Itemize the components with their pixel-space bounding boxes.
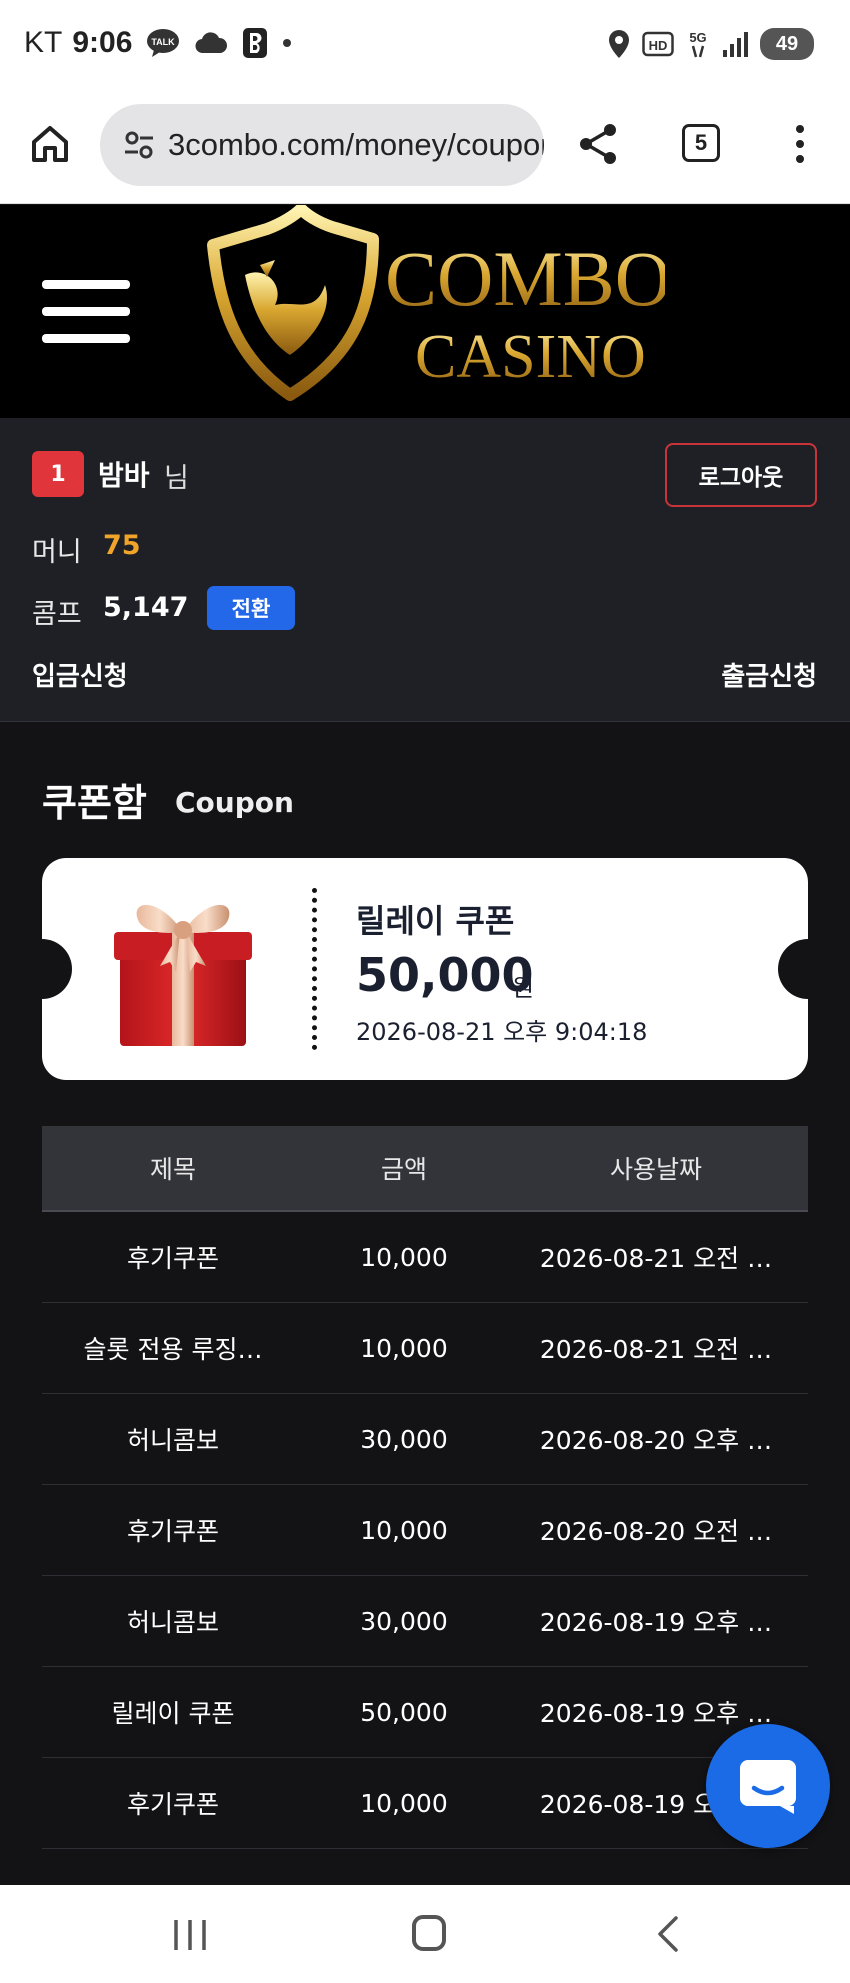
chat-button[interactable] [706, 1724, 830, 1848]
section-title: 쿠폰함 [42, 781, 147, 825]
cell-title: 후기쿠폰 [126, 1790, 219, 1819]
b-app-icon [242, 27, 268, 59]
user-panel: 1 밤바 님 로그아웃 머니 75 콤프 5,147 전환 입금신청 출금신청 [0, 418, 850, 722]
ticket-notch-left [12, 939, 72, 999]
url-text: 3combo.com/money/coupon [168, 127, 544, 162]
cell-amount: 30,000 [360, 1606, 448, 1636]
header-amount: 금액 [380, 1155, 427, 1184]
header-date: 사용날짜 [609, 1155, 702, 1184]
cell-title: 허니콤보 [126, 1426, 219, 1455]
notification-dot-icon [282, 38, 292, 48]
chat-bubble-icon [740, 1760, 796, 1814]
cell-title: 허니콤보 [126, 1608, 219, 1637]
recent-apps-icon[interactable] [172, 1918, 208, 1952]
signal-icon [722, 30, 748, 58]
cell-date: 2026-08-20 오전 … [539, 1517, 773, 1546]
money-value: 75 [103, 530, 141, 561]
cell-amount: 10,000 [360, 1242, 448, 1272]
cell-date: 2026-08-20 오후 … [539, 1426, 773, 1455]
table-row: 허니콤보 30,000 2026-08-20 오후 … [42, 1394, 808, 1485]
cell-amount: 10,000 [360, 1333, 448, 1363]
header-title: 제목 [149, 1155, 196, 1184]
coupon-amount: 50,000 [356, 948, 534, 1002]
cell-title: 릴레이 쿠폰 [111, 1699, 235, 1728]
logout-button[interactable]: 로그아웃 [665, 443, 817, 507]
username: 밤바 [98, 459, 150, 492]
gift-box-icon [108, 888, 258, 1050]
system-nav-bar [0, 1885, 850, 1983]
level-badge: 1 [32, 451, 84, 497]
table-row: 릴레이 쿠폰 50,000 2026-08-19 오후 … [42, 1667, 808, 1758]
money-label: 머니 [32, 537, 82, 568]
cloud-icon [194, 31, 228, 55]
logo-line2: CASINO [415, 323, 646, 391]
hd-label: HD [649, 38, 668, 53]
network-5g-icon: 5G [686, 29, 710, 59]
cell-date: 2026-08-21 오전 … [539, 1244, 773, 1273]
table-row: 후기쿠폰 10,000 2026-08-19 오전 … [42, 1758, 808, 1849]
cell-title: 후기쿠폰 [126, 1244, 219, 1273]
location-icon [608, 29, 630, 59]
clock: 9:06 [72, 26, 133, 59]
honorific: 님 [164, 463, 189, 494]
home-nav-icon[interactable] [412, 1915, 446, 1951]
hd-icon: HD [642, 31, 674, 57]
table-row: 후기쿠폰 10,000 2026-08-20 오전 … [42, 1485, 808, 1576]
address-bar[interactable]: 3combo.com/money/coupon [100, 104, 544, 186]
cell-title: 후기쿠폰 [126, 1517, 219, 1546]
comp-value: 5,147 [103, 592, 189, 623]
coupon-history-table: 제목 금액 사용날짜 후기쿠폰 10,000 2026-08-21 오전 … 슬… [42, 1126, 808, 1849]
more-options-icon[interactable] [786, 122, 814, 166]
cell-date: 2026-08-19 오후 … [539, 1608, 773, 1637]
coupon-unit: 원 [512, 974, 535, 1002]
table-row: 슬롯 전용 루징… 10,000 2026-08-21 오전 … [42, 1303, 808, 1394]
table-row: 후기쿠폰 10,000 2026-08-21 오전 … [42, 1212, 808, 1303]
tab-switcher-button[interactable]: 5 [682, 124, 720, 162]
cell-date: 2026-08-21 오전 … [539, 1335, 773, 1364]
coupon-card[interactable]: 릴레이 쿠폰 50,000 원 2026-08-21 오후 9:04:18 [12, 858, 838, 1080]
cell-amount: 10,000 [360, 1788, 448, 1818]
cell-amount: 30,000 [360, 1424, 448, 1454]
ticket-notch-right [778, 939, 838, 999]
status-bar: KT 9:06 TALK HD 5G 49 [0, 0, 850, 92]
network-label: 5G [689, 30, 706, 45]
comp-label: 콤프 [32, 599, 82, 630]
battery-indicator: 49 [760, 28, 814, 60]
site-header: COMBO CASINO [0, 203, 850, 418]
home-icon[interactable] [28, 122, 72, 166]
site-settings-icon[interactable] [124, 130, 154, 160]
cell-amount: 10,000 [360, 1515, 448, 1545]
back-icon[interactable] [656, 1915, 680, 1953]
share-icon[interactable] [576, 122, 620, 166]
carrier-label: KT [24, 26, 63, 59]
menu-icon[interactable] [42, 280, 130, 344]
talk-label: TALK [152, 37, 176, 47]
coupon-date: 2026-08-21 오후 9:04:18 [356, 1018, 648, 1046]
logo-line1: COMBO [385, 235, 665, 322]
coupon-name: 릴레이 쿠폰 [356, 902, 515, 940]
cell-amount: 50,000 [360, 1697, 448, 1727]
cell-title: 슬롯 전용 루징… [83, 1335, 263, 1364]
kakaotalk-icon: TALK [146, 28, 180, 58]
deposit-request-link[interactable]: 입금신청 [32, 656, 128, 693]
table-row: 허니콤보 30,000 2026-08-19 오후 … [42, 1576, 808, 1667]
withdraw-request-link[interactable]: 출금신청 [721, 656, 817, 693]
browser-toolbar: 3combo.com/money/coupon 5 [0, 92, 850, 204]
combo-casino-logo[interactable]: COMBO CASINO [205, 203, 671, 418]
ticket-divider [312, 888, 317, 1050]
table-header: 제목 금액 사용날짜 [42, 1126, 808, 1212]
section-subtitle: Coupon [175, 786, 294, 819]
convert-button[interactable]: 전환 [207, 586, 295, 630]
